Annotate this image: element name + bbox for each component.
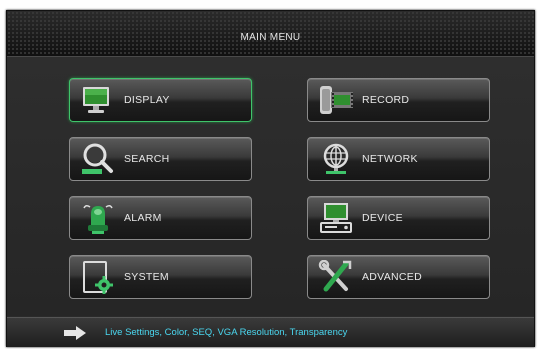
arrow-right-icon [64,326,86,340]
computer-device-icon [320,203,352,233]
search-button[interactable]: SEARCH [69,137,252,181]
system-button[interactable]: SYSTEM [69,255,252,299]
window-title: MAIN MENU [240,32,301,43]
device-label: DEVICE [362,212,403,224]
alarm-label: ALARM [124,212,162,224]
system-gear-icon [83,261,113,294]
magnifier-icon [82,143,113,174]
tools-icon [318,260,352,292]
title-bar: MAIN MENU [7,11,534,57]
film-record-icon [320,86,353,114]
record-button[interactable]: RECORD [307,78,490,122]
device-button[interactable]: DEVICE [307,196,490,240]
advanced-label: ADVANCED [362,271,422,283]
status-bar: Live Settings, Color, SEQ, VGA Resolutio… [7,317,534,347]
display-label: DISPLAY [124,94,170,106]
alarm-button[interactable]: ALARM [69,196,252,240]
display-button[interactable]: DISPLAY [69,78,252,122]
main-menu-window: MAIN MENU DISPLAY RECORD SEARCH NETWORK … [6,10,535,347]
globe-network-icon [323,143,349,174]
record-label: RECORD [362,94,410,106]
alarm-light-icon [83,204,113,234]
system-label: SYSTEM [124,271,169,283]
advanced-button[interactable]: ADVANCED [307,255,490,299]
search-label: SEARCH [124,153,170,165]
network-label: NETWORK [362,153,418,165]
monitor-icon [83,87,109,113]
menu-panel: DISPLAY RECORD SEARCH NETWORK ALARM DEVI… [7,57,534,316]
status-hint: Live Settings, Color, SEQ, VGA Resolutio… [105,327,348,338]
network-button[interactable]: NETWORK [307,137,490,181]
